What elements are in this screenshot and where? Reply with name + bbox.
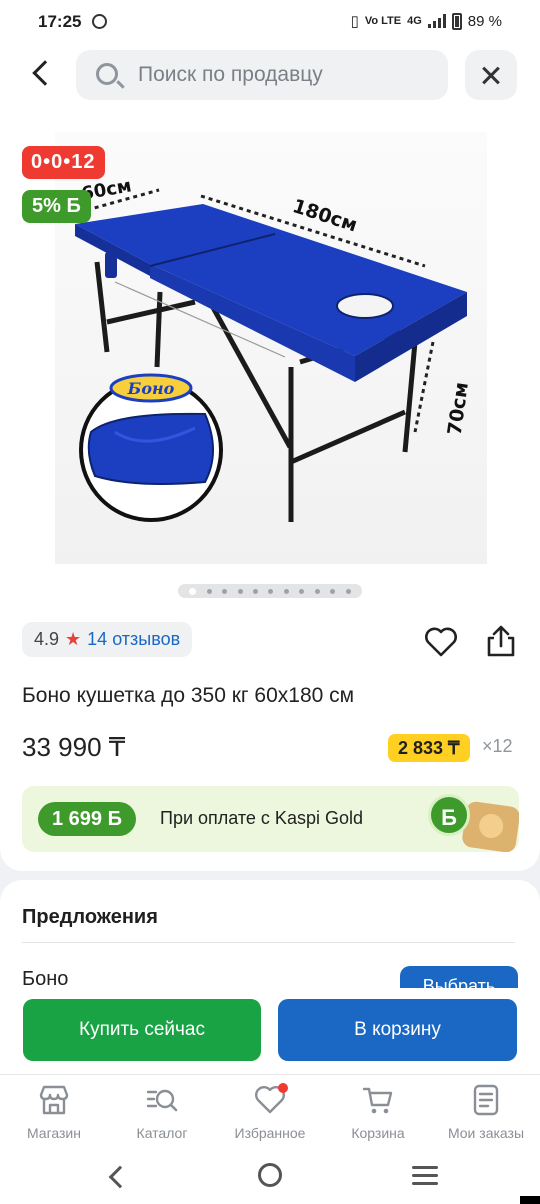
bonus-badge: 5% Б [22, 190, 91, 223]
catalog-search-icon [146, 1089, 178, 1112]
status-time: 17:25 [38, 12, 82, 31]
close-button[interactable] [465, 50, 517, 100]
image-length-label: 180см [290, 195, 360, 236]
product-title: Боно кушетка до 350 кг 60х180 см [22, 684, 355, 707]
nav-item-orders[interactable]: Мои заказы [432, 1083, 540, 1151]
kaspi-gold-banner[interactable]: 1 699 Б При оплате с Kaspi Gold Б [22, 786, 519, 852]
nav-item-favorites[interactable]: Избранное [216, 1083, 324, 1151]
nav-label-cart: Корзина [351, 1125, 405, 1141]
corner-mark [520, 1196, 540, 1204]
cart-icon [362, 1087, 393, 1114]
status-bar: 17:25 ▯ Vo LTE 4G 89 % [0, 0, 540, 44]
nav-item-catalog[interactable]: Каталог [108, 1083, 216, 1151]
product-card: 60см 180см 70см Боно 0•0•12 5% Б 4.9 ★ 1… [0, 116, 540, 871]
rating-reviews-link[interactable]: 4.9 ★ 14 отзывов [22, 622, 193, 657]
bonus-coin-icon: Б [428, 794, 470, 836]
image-brand-logo: Боно [127, 379, 175, 398]
star-icon: ★ [65, 629, 82, 649]
product-image[interactable]: 60см 180см 70см Боно [55, 132, 487, 564]
installment-badge: 0•0•12 [22, 146, 105, 179]
battery-icon [451, 12, 462, 30]
gallery-dot[interactable] [299, 588, 305, 594]
gallery-dot[interactable] [314, 588, 320, 594]
search-placeholder: Поиск по продавцу [138, 63, 323, 86]
installment-term: ×12 [482, 736, 513, 756]
purchase-bar: Купить сейчас В корзину [0, 988, 540, 1074]
search-input[interactable]: Поиск по продавцу [76, 50, 448, 100]
product-price: 33 990 ₸ [22, 732, 126, 762]
nav-item-cart[interactable]: Корзина [324, 1083, 432, 1151]
nav-label-shop: Магазин [26, 1125, 81, 1141]
search-icon [96, 63, 118, 85]
rating-score: 4.9 [34, 629, 60, 649]
status-indicators: ▯ Vo LTE 4G 89 % [351, 12, 502, 30]
product-page: 17:25 ▯ Vo LTE 4G 89 % Поиск по продавцу [0, 0, 540, 1204]
share-icon[interactable] [484, 624, 518, 658]
offers-heading: Предложения [22, 906, 158, 928]
reviews-count: 14 отзывов [87, 629, 181, 649]
nav-item-shop[interactable]: Магазин [0, 1083, 108, 1151]
gallery-dot[interactable] [189, 587, 197, 595]
bottom-navigation: Магазин Каталог Избранное Корзина Мои за… [0, 1074, 540, 1154]
gallery-dot[interactable] [237, 588, 243, 594]
back-button[interactable] [22, 56, 58, 92]
search-header: Поиск по продавцу [0, 44, 540, 116]
gallery-dot[interactable] [206, 588, 212, 594]
kaspi-bonus-pill: 1 699 Б [38, 802, 136, 836]
system-home-icon[interactable] [258, 1163, 282, 1187]
do-not-disturb-icon [92, 14, 107, 29]
nav-label-orders: Мои заказы [447, 1125, 525, 1141]
favorite-heart-icon[interactable] [424, 626, 458, 658]
system-back-icon[interactable] [106, 1166, 126, 1186]
gallery-dot[interactable] [253, 588, 259, 594]
gallery-dot[interactable] [283, 588, 289, 594]
gallery-dot[interactable] [345, 588, 351, 594]
nav-label-favorites: Избранное [234, 1125, 306, 1141]
gallery-dot[interactable] [222, 588, 228, 594]
vibrate-icon: ▯ [350, 13, 359, 30]
gallery-pagination[interactable] [178, 584, 362, 598]
monthly-payment-badge: 2 833 ₸ [388, 734, 470, 762]
network-type: 4G [407, 15, 422, 27]
shop-icon [39, 1085, 69, 1115]
kaspi-banner-text: При оплате с Kaspi Gold [160, 808, 363, 828]
wallet-icon [461, 800, 519, 852]
nav-label-catalog: Каталог [136, 1125, 188, 1141]
image-height-label: 70см [444, 381, 473, 437]
system-recents-icon[interactable] [412, 1166, 438, 1186]
battery-level: 89 % [467, 12, 502, 30]
system-navigation-bar [0, 1154, 540, 1204]
volte-indicator: Vo LTE [364, 15, 402, 27]
divider [22, 942, 515, 943]
orders-icon [473, 1084, 499, 1116]
notification-dot [278, 1083, 288, 1093]
massage-couch-illustration: 60см 180см 70см Боно [75, 175, 473, 522]
buy-now-button[interactable]: Купить сейчас [23, 999, 261, 1061]
signal-icon [427, 14, 446, 28]
gallery-dot[interactable] [330, 588, 336, 594]
add-to-cart-button[interactable]: В корзину [278, 999, 517, 1061]
gallery-dot[interactable] [268, 588, 274, 594]
